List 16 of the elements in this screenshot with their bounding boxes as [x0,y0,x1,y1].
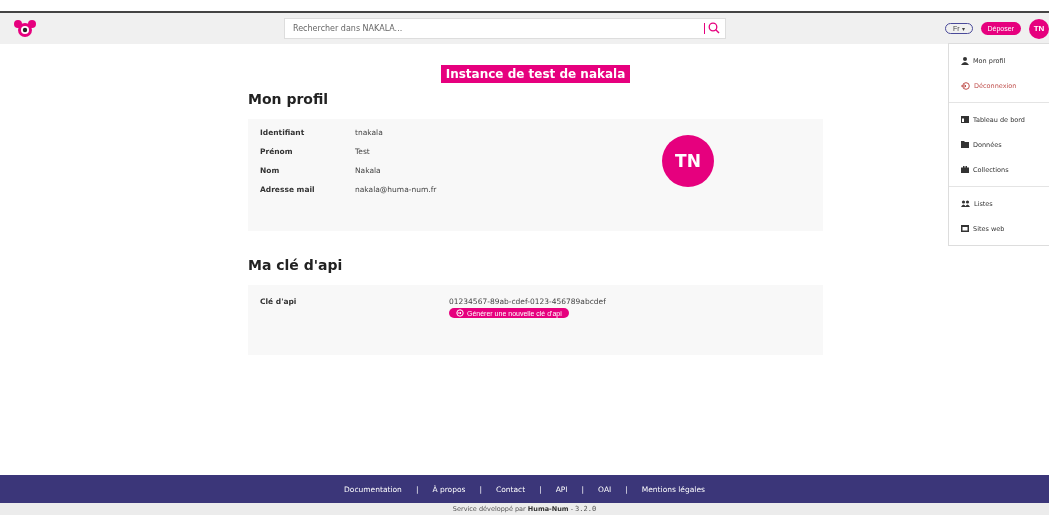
section-title: Mon profil [248,91,330,107]
section-title: Ma clé d'api [248,257,344,273]
sign-out-icon [961,81,970,90]
profile-avatar: TN [662,135,714,187]
users-icon [961,200,970,207]
briefcase-icon [961,166,969,173]
table-icon [961,116,969,123]
refresh-icon [456,309,464,317]
logo-icon[interactable] [14,19,36,38]
user-avatar[interactable]: TN [1029,18,1049,39]
user-icon [961,56,969,65]
instance-banner: Instance de test de nakala [440,65,631,83]
folder-icon [961,141,969,148]
search-field[interactable]: Rechercher dans NAKALA... [284,18,726,39]
window-icon [961,225,969,232]
search-icon[interactable] [708,22,720,34]
